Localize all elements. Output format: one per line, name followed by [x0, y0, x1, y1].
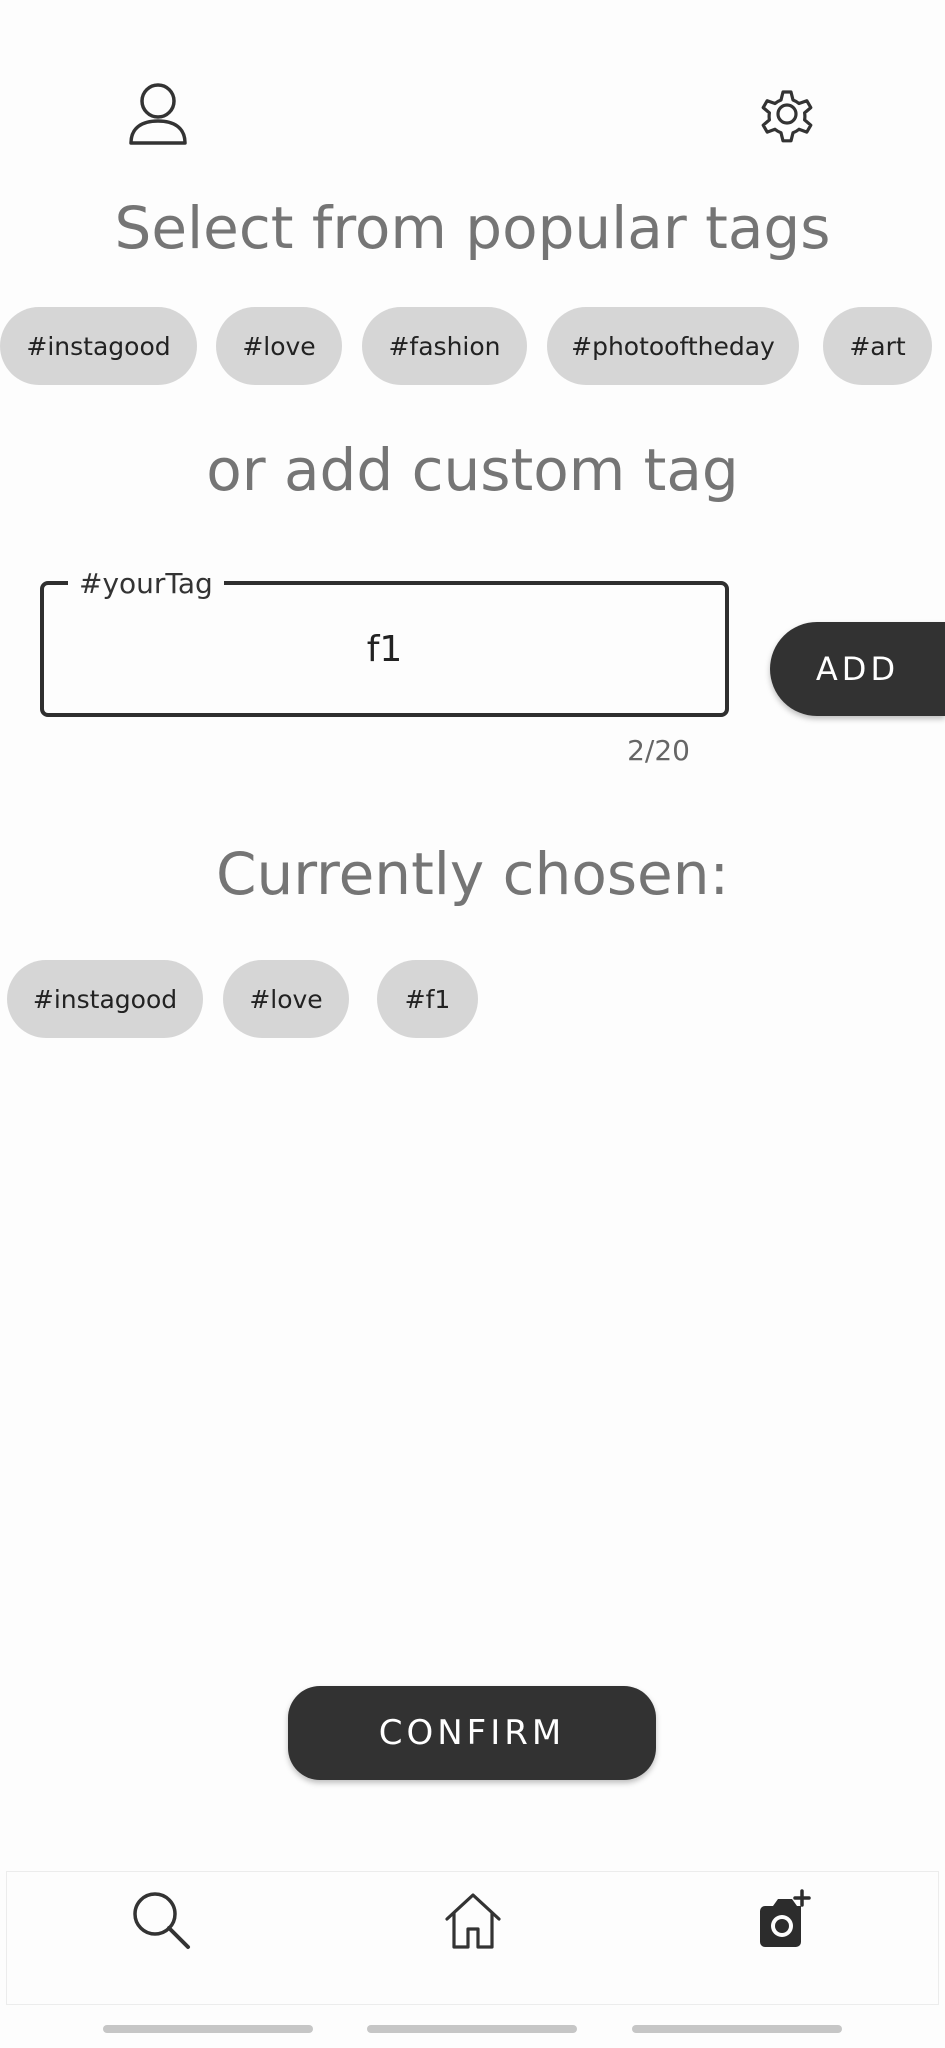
- popular-tag-chip[interactable]: #fashion: [362, 307, 527, 385]
- nav-search-button[interactable]: [118, 1880, 203, 1960]
- confirm-button[interactable]: CONFIRM: [288, 1686, 656, 1780]
- home-icon: [444, 1893, 501, 1949]
- system-gesture-bar-right: [632, 2025, 842, 2033]
- popular-tag-chip[interactable]: #photooftheday: [547, 307, 799, 385]
- chosen-tag-chip[interactable]: #instagood: [7, 960, 203, 1038]
- nav-home-button[interactable]: [430, 1880, 515, 1960]
- gear-icon: [761, 90, 813, 143]
- custom-tag-title: or add custom tag: [206, 436, 739, 504]
- nav-add-photo-button[interactable]: [742, 1880, 827, 1960]
- custom-tag-input[interactable]: [44, 585, 725, 713]
- popular-tag-chip[interactable]: #love: [216, 307, 342, 385]
- profile-button[interactable]: [118, 74, 198, 154]
- add-photo-camera-icon: [759, 1889, 811, 1947]
- search-icon: [132, 1892, 190, 1949]
- chosen-tag-chip[interactable]: #f1: [377, 960, 478, 1038]
- popular-tag-chip[interactable]: #instagood: [0, 307, 197, 385]
- character-counter: 2/20: [627, 734, 690, 767]
- chosen-tag-chip[interactable]: #love: [223, 960, 349, 1038]
- add-tag-button[interactable]: ADD: [770, 622, 945, 716]
- system-gesture-bar-left: [103, 2025, 313, 2033]
- popular-tag-chip[interactable]: #art: [823, 307, 932, 385]
- chosen-tags-title: Currently chosen:: [215, 840, 730, 908]
- popular-tags-title: Select from popular tags: [114, 194, 831, 262]
- settings-button[interactable]: [747, 74, 827, 154]
- system-gesture-bar-center: [367, 2025, 577, 2033]
- person-icon: [129, 83, 187, 145]
